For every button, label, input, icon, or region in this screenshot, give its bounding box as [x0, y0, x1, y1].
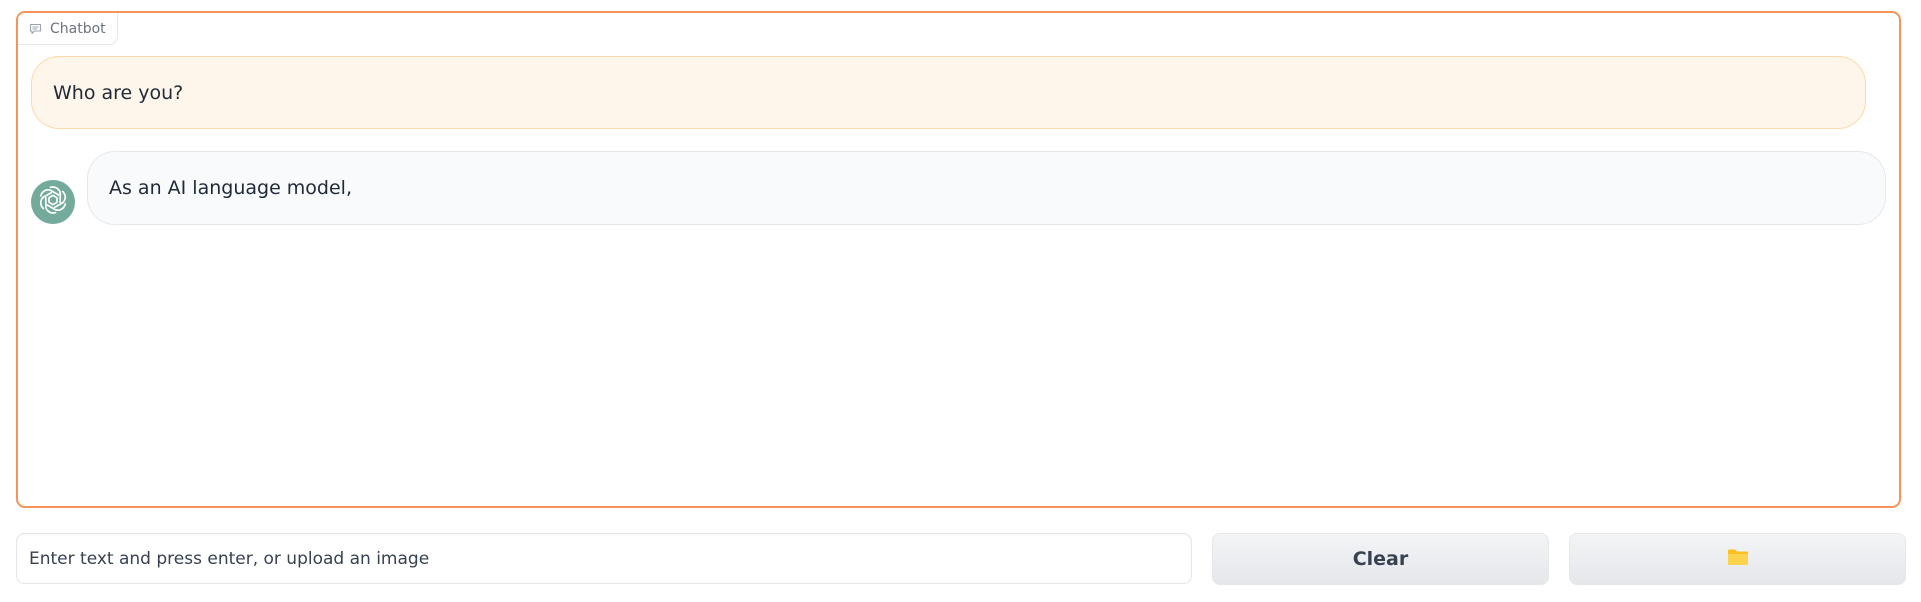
user-message: Who are you?	[31, 56, 1866, 129]
folder-icon	[1727, 548, 1749, 571]
chatbot-panel: Chatbot Who are you? As an AI language m…	[16, 11, 1901, 508]
chat-bubble-icon	[28, 22, 42, 36]
clear-button-label: Clear	[1352, 548, 1409, 570]
upload-button[interactable]	[1569, 533, 1906, 585]
openai-logo-icon	[37, 184, 69, 220]
clear-button[interactable]: Clear	[1212, 533, 1549, 585]
chatbot-label: Chatbot	[18, 13, 118, 45]
assistant-avatar	[31, 180, 75, 224]
message-input[interactable]	[16, 533, 1192, 584]
user-message-text: Who are you?	[53, 81, 184, 104]
assistant-message-text: As an AI language model,	[109, 177, 353, 199]
chatbot-label-text: Chatbot	[50, 20, 106, 37]
assistant-message: As an AI language model,	[87, 151, 1886, 225]
